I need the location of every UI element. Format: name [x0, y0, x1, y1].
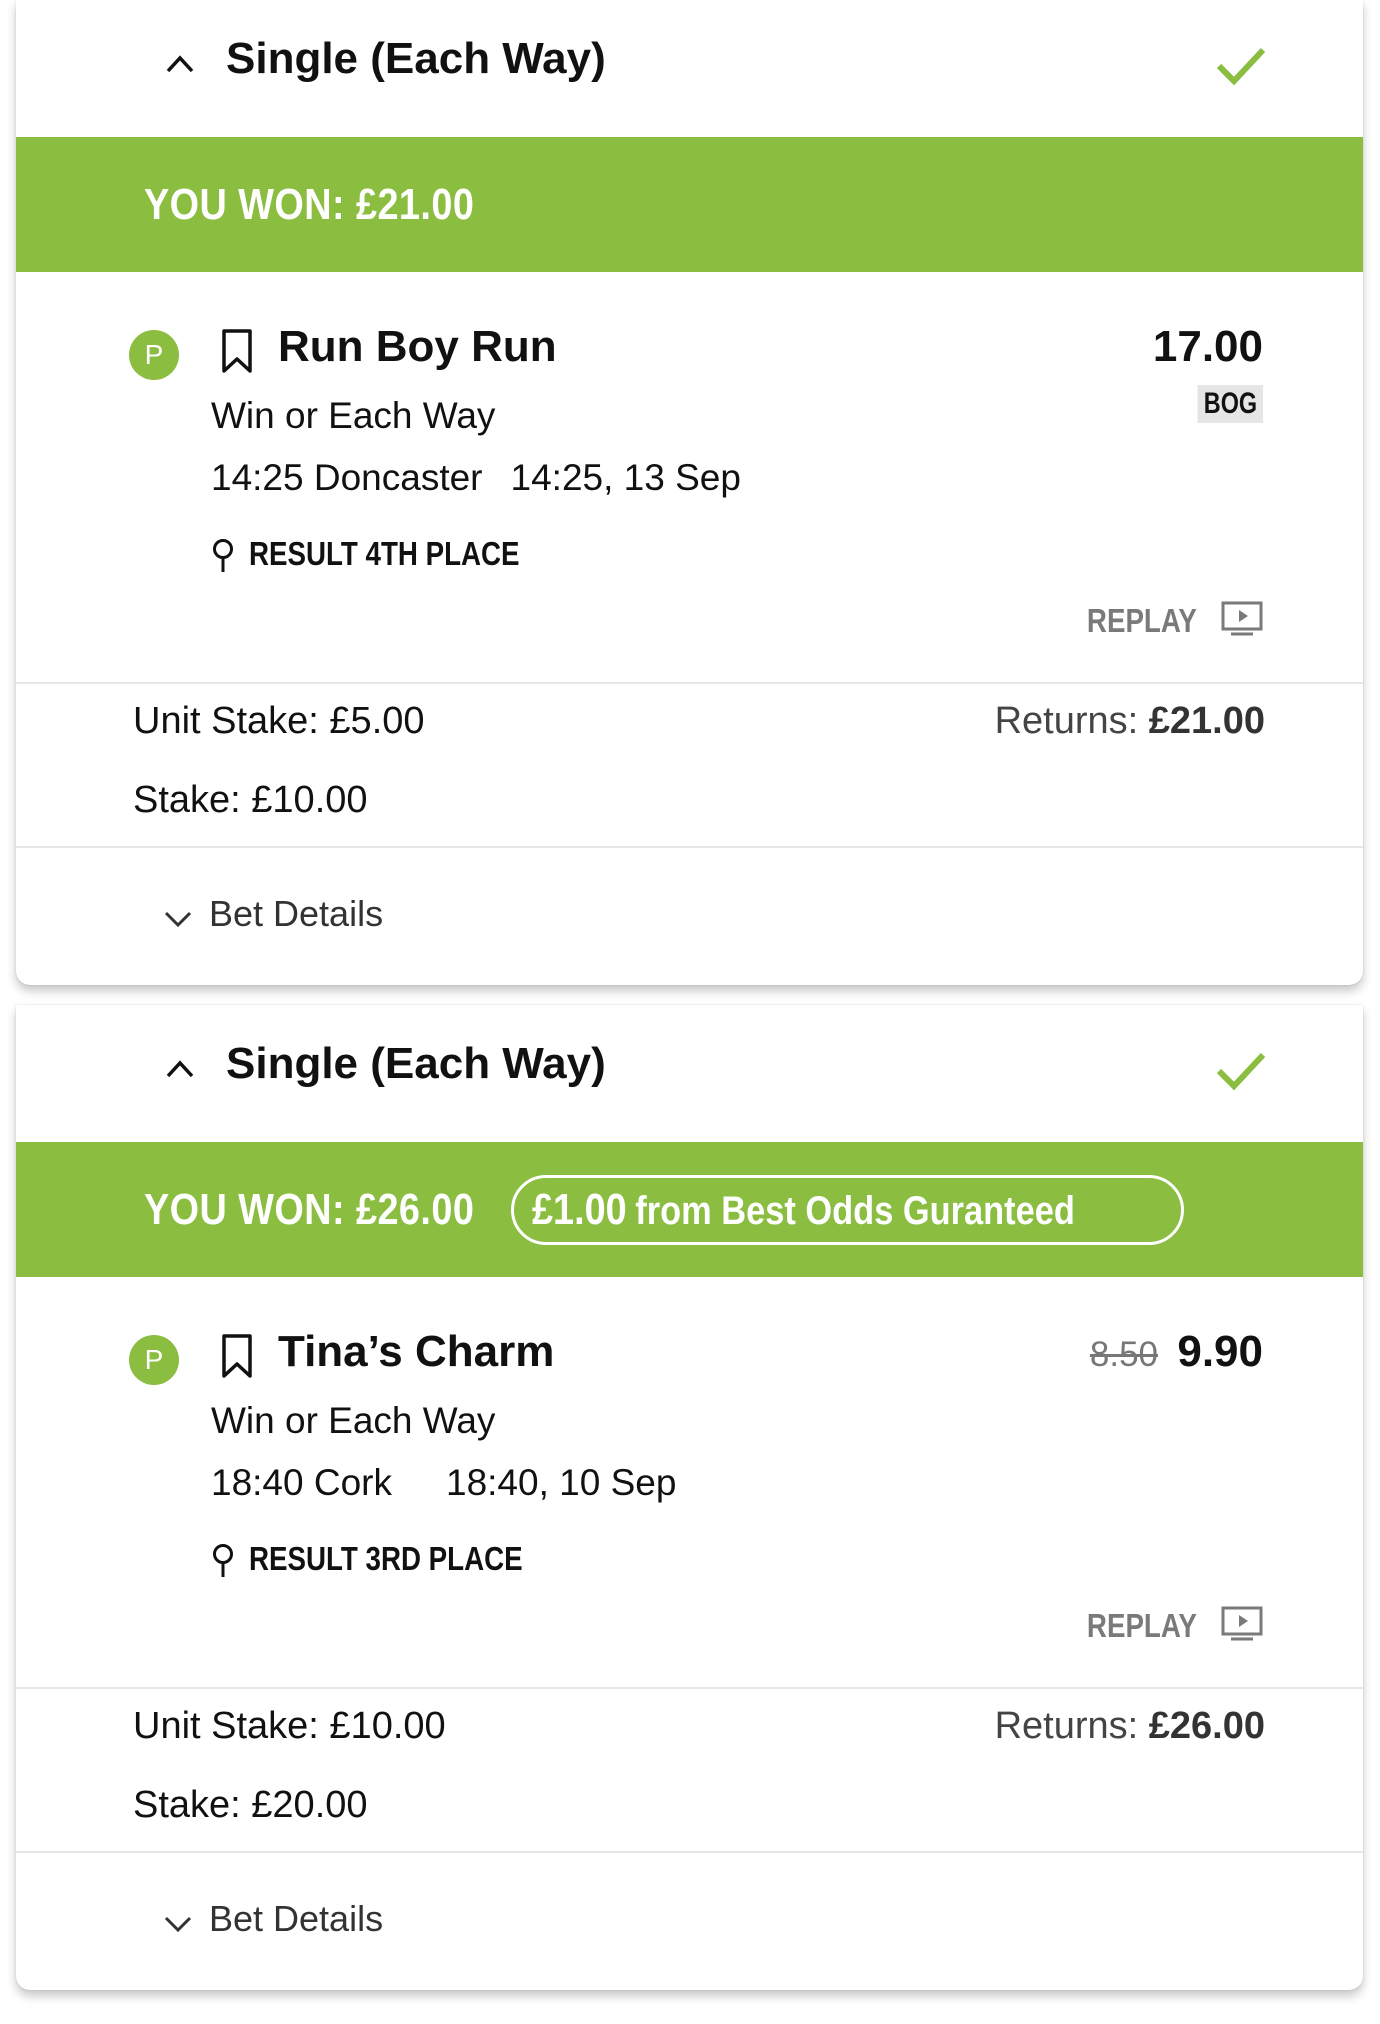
- bet-card: Single (Each Way) YOU WON: £26.00 £1.00 …: [16, 1005, 1363, 1990]
- unit-stake: Unit Stake: £10.00: [133, 1705, 446, 1747]
- replay-button[interactable]: REPLAY: [1087, 602, 1197, 640]
- stake-summary: Unit Stake: £5.00 Stake: £10.00 Returns:…: [16, 684, 1363, 848]
- odds-value: 17.00: [1152, 322, 1263, 371]
- unit-stake: Unit Stake: £5.00: [133, 700, 425, 742]
- bookmark-icon[interactable]: [221, 1333, 253, 1379]
- bet-details-label[interactable]: Bet Details: [209, 893, 383, 935]
- chevron-down-icon[interactable]: [163, 904, 193, 934]
- chevron-up-icon[interactable]: [163, 1052, 197, 1086]
- bog-amount: £1.00: [532, 1184, 627, 1234]
- total-stake: Stake: £20.00: [133, 1784, 368, 1826]
- event-name: 14:25 Doncaster: [211, 457, 483, 498]
- replay-tv-icon[interactable]: [1221, 1605, 1263, 1643]
- total-stake: Stake: £10.00: [133, 779, 368, 821]
- won-banner: YOU WON: £21.00: [16, 137, 1363, 272]
- replay-tv-icon[interactable]: [1221, 600, 1263, 638]
- odds-value: 9.90: [1177, 1327, 1263, 1376]
- location-pin-icon: [213, 1544, 233, 1577]
- result-label: RESULT 4TH PLACE: [249, 535, 520, 572]
- result-label: RESULT 3RD PLACE: [249, 1540, 523, 1577]
- won-banner: YOU WON: £26.00 £1.00 from Best Odds Gur…: [16, 1142, 1363, 1277]
- won-amount: YOU WON: £26.00: [144, 1184, 475, 1234]
- bog-text: from Best Odds Guranteed: [635, 1188, 1075, 1233]
- best-odds-guaranteed-pill: £1.00 from Best Odds Guranteed: [511, 1174, 1185, 1245]
- event-time: 14:25, 13 Sep: [510, 457, 741, 498]
- returns-label: Returns:: [994, 700, 1149, 742]
- selection-market: Win or Each Way: [211, 395, 496, 436]
- chevron-down-icon[interactable]: [163, 1909, 193, 1939]
- check-icon: [1216, 1052, 1266, 1091]
- stake-summary: Unit Stake: £10.00 Stake: £20.00 Returns…: [16, 1689, 1363, 1853]
- check-icon: [1216, 47, 1266, 86]
- returns-value: £21.00: [1148, 700, 1265, 742]
- selection-event: 18:40 Cork 18:40, 10 Sep: [211, 1462, 676, 1504]
- selection-row: P Tina’s Charm Win or Each Way 18:40 Cor…: [16, 1277, 1363, 1689]
- returns: Returns: £21.00: [995, 700, 1265, 743]
- bet-details-toggle[interactable]: Bet Details: [16, 848, 1363, 981]
- returns-value: £26.00: [1148, 1705, 1265, 1747]
- bog-tag: BOG: [1197, 385, 1263, 423]
- event-time: 18:40, 10 Sep: [446, 1462, 677, 1503]
- selection-name: Run Boy Run: [278, 322, 557, 371]
- event-name: 18:40 Cork: [211, 1462, 392, 1503]
- selection-name: Tina’s Charm: [278, 1327, 555, 1376]
- replay-button[interactable]: REPLAY: [1087, 1607, 1197, 1645]
- placed-badge: P: [129, 1335, 179, 1385]
- returns-label: Returns:: [994, 1705, 1149, 1747]
- bet-type-title: Single (Each Way): [226, 1039, 606, 1088]
- selection-row: P Run Boy Run Win or Each Way 14:25 Donc…: [16, 272, 1363, 684]
- won-amount: YOU WON: £21.00: [144, 179, 475, 229]
- bet-card-header[interactable]: Single (Each Way): [16, 1005, 1363, 1142]
- previous-odds: 8.50: [1089, 1335, 1158, 1374]
- selection-market: Win or Each Way: [211, 1400, 496, 1441]
- bet-details-label[interactable]: Bet Details: [209, 1898, 383, 1940]
- chevron-up-icon[interactable]: [163, 47, 197, 81]
- bet-details-toggle[interactable]: Bet Details: [16, 1853, 1363, 1986]
- returns: Returns: £26.00: [995, 1705, 1265, 1748]
- bet-card: Single (Each Way) YOU WON: £21.00 P Run …: [16, 0, 1363, 985]
- bet-card-header[interactable]: Single (Each Way): [16, 0, 1363, 137]
- selection-event: 14:25 Doncaster 14:25, 13 Sep: [211, 457, 741, 499]
- placed-badge: P: [129, 330, 179, 380]
- bookmark-icon[interactable]: [221, 328, 253, 374]
- location-pin-icon: [213, 539, 233, 572]
- bet-type-title: Single (Each Way): [226, 34, 606, 83]
